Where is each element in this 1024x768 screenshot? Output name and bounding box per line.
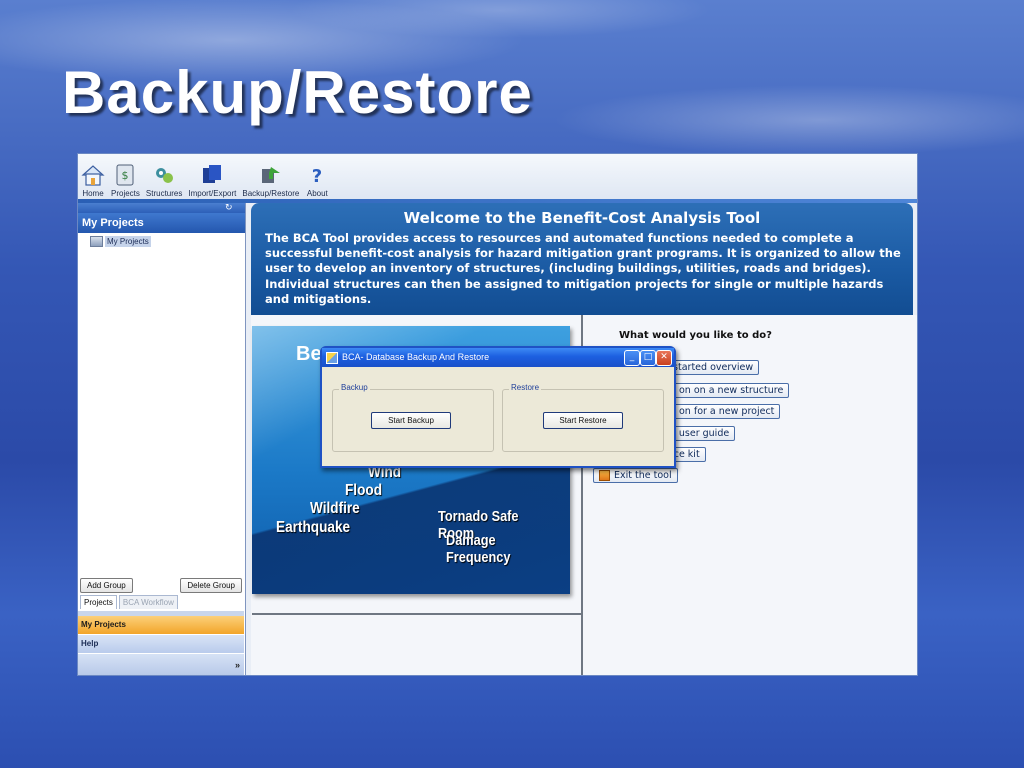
sidebar-top-strip: ↻	[78, 203, 245, 213]
toolbar-import-export-label: Import/Export	[188, 189, 237, 198]
sidebar: ↻ My Projects My Projects Add Group Dele…	[78, 203, 246, 675]
chevron-right-icon[interactable]: »	[235, 656, 240, 674]
structures-icon	[156, 168, 174, 183]
new-project-label: on for a new project	[679, 406, 775, 417]
svg-text:$: $	[122, 169, 129, 182]
tree-item-label: My Projects	[105, 236, 151, 247]
backup-restore-dialog: BCA- Database Backup And Restore _ □ ✕ B…	[320, 346, 676, 468]
restore-group-label: Restore	[509, 383, 542, 392]
welcome-title: Welcome to the Benefit-Cost Analysis Too…	[403, 209, 761, 227]
tab-bca-workflow[interactable]: BCA Workflow	[118, 595, 178, 609]
minimize-icon[interactable]: _	[624, 350, 640, 366]
illustration-word-flood: Flood	[345, 482, 383, 499]
toolbar-projects-button[interactable]: $ Projects	[108, 154, 143, 198]
welcome-banner: Welcome to the Benefit-Cost Analysis Too…	[251, 203, 913, 315]
import-export-icon	[203, 165, 222, 183]
group-buttons: Add Group Delete Group	[80, 578, 242, 593]
getting-started-label: g started overview	[664, 362, 754, 373]
illustration-word-wildfire: Wildfire	[310, 500, 360, 517]
new-structure-label: on on a new structure	[679, 385, 784, 396]
sidebar-header: My Projects	[78, 213, 245, 233]
sidebar-tabs: Projects BCA Workflow	[78, 595, 246, 609]
start-restore-button[interactable]: Start Restore	[543, 412, 623, 429]
main-toolbar: Home $ Projects Structures Import/Export	[78, 154, 917, 200]
maximize-icon[interactable]: □	[640, 350, 656, 366]
folder-icon	[90, 236, 103, 247]
toolbar-structures-label: Structures	[145, 189, 183, 198]
welcome-description: The BCA Tool provides access to resource…	[265, 231, 901, 306]
toolbar-about-label: About	[306, 189, 328, 198]
illustration-word-earthquake: Earthquake	[276, 519, 351, 536]
content-divider-horizontal	[252, 613, 581, 615]
nav-my-projects[interactable]: My Projects	[78, 616, 244, 634]
restore-groupbox: Restore Start Restore	[502, 383, 664, 452]
toolbar-projects-label: Projects	[111, 189, 140, 198]
toolbar-backup-restore-button[interactable]: Backup/Restore	[239, 154, 302, 198]
tree-item-my-projects[interactable]: My Projects	[90, 236, 151, 247]
backup-groupbox: Backup Start Backup	[332, 383, 494, 452]
tab-projects[interactable]: Projects	[80, 595, 117, 609]
svg-text:?: ?	[312, 166, 322, 187]
refresh-icon[interactable]: ↻	[225, 203, 235, 213]
exit-icon	[599, 470, 610, 481]
toolbar-structures-button[interactable]: Structures	[143, 154, 185, 198]
nav-overflow-bar: »	[78, 654, 244, 675]
toolbar-home-button[interactable]: Home	[78, 154, 108, 198]
home-icon	[81, 165, 105, 186]
backup-group-label: Backup	[339, 383, 370, 392]
backup-restore-icon	[261, 167, 280, 183]
dialog-title: BCA- Database Backup And Restore	[342, 352, 490, 362]
new-structure-button[interactable]: on on a new structure	[673, 383, 790, 398]
help-icon: ?	[312, 166, 322, 187]
nav-help[interactable]: Help	[78, 635, 244, 653]
start-backup-button[interactable]: Start Backup	[371, 412, 451, 429]
projects-icon: $	[116, 164, 134, 186]
toolbar-about-button[interactable]: ? About	[302, 154, 332, 198]
slide-title: Backup/Restore	[62, 59, 533, 126]
project-tree: My Projects	[78, 233, 245, 578]
add-group-button[interactable]: Add Group	[80, 578, 133, 593]
illustration-word-damage-frequency: Damage Frequency	[446, 532, 511, 566]
actions-question: What would you like to do?	[619, 330, 772, 341]
close-icon[interactable]: ✕	[656, 350, 672, 366]
app-icon	[326, 351, 338, 364]
toolbar-backup-restore-label: Backup/Restore	[242, 189, 300, 198]
toolbar-home-label: Home	[82, 189, 104, 198]
new-project-button[interactable]: on for a new project	[673, 404, 781, 419]
toolbar-import-export-button[interactable]: Import/Export	[185, 154, 239, 198]
dialog-titlebar[interactable]: BCA- Database Backup And Restore _ □ ✕	[322, 348, 674, 367]
exit-tool-label: Exit the tool	[614, 470, 672, 481]
illustration-title: Be	[296, 343, 322, 365]
delete-group-button[interactable]: Delete Group	[180, 578, 242, 593]
exit-tool-button[interactable]: Exit the tool	[593, 468, 678, 483]
